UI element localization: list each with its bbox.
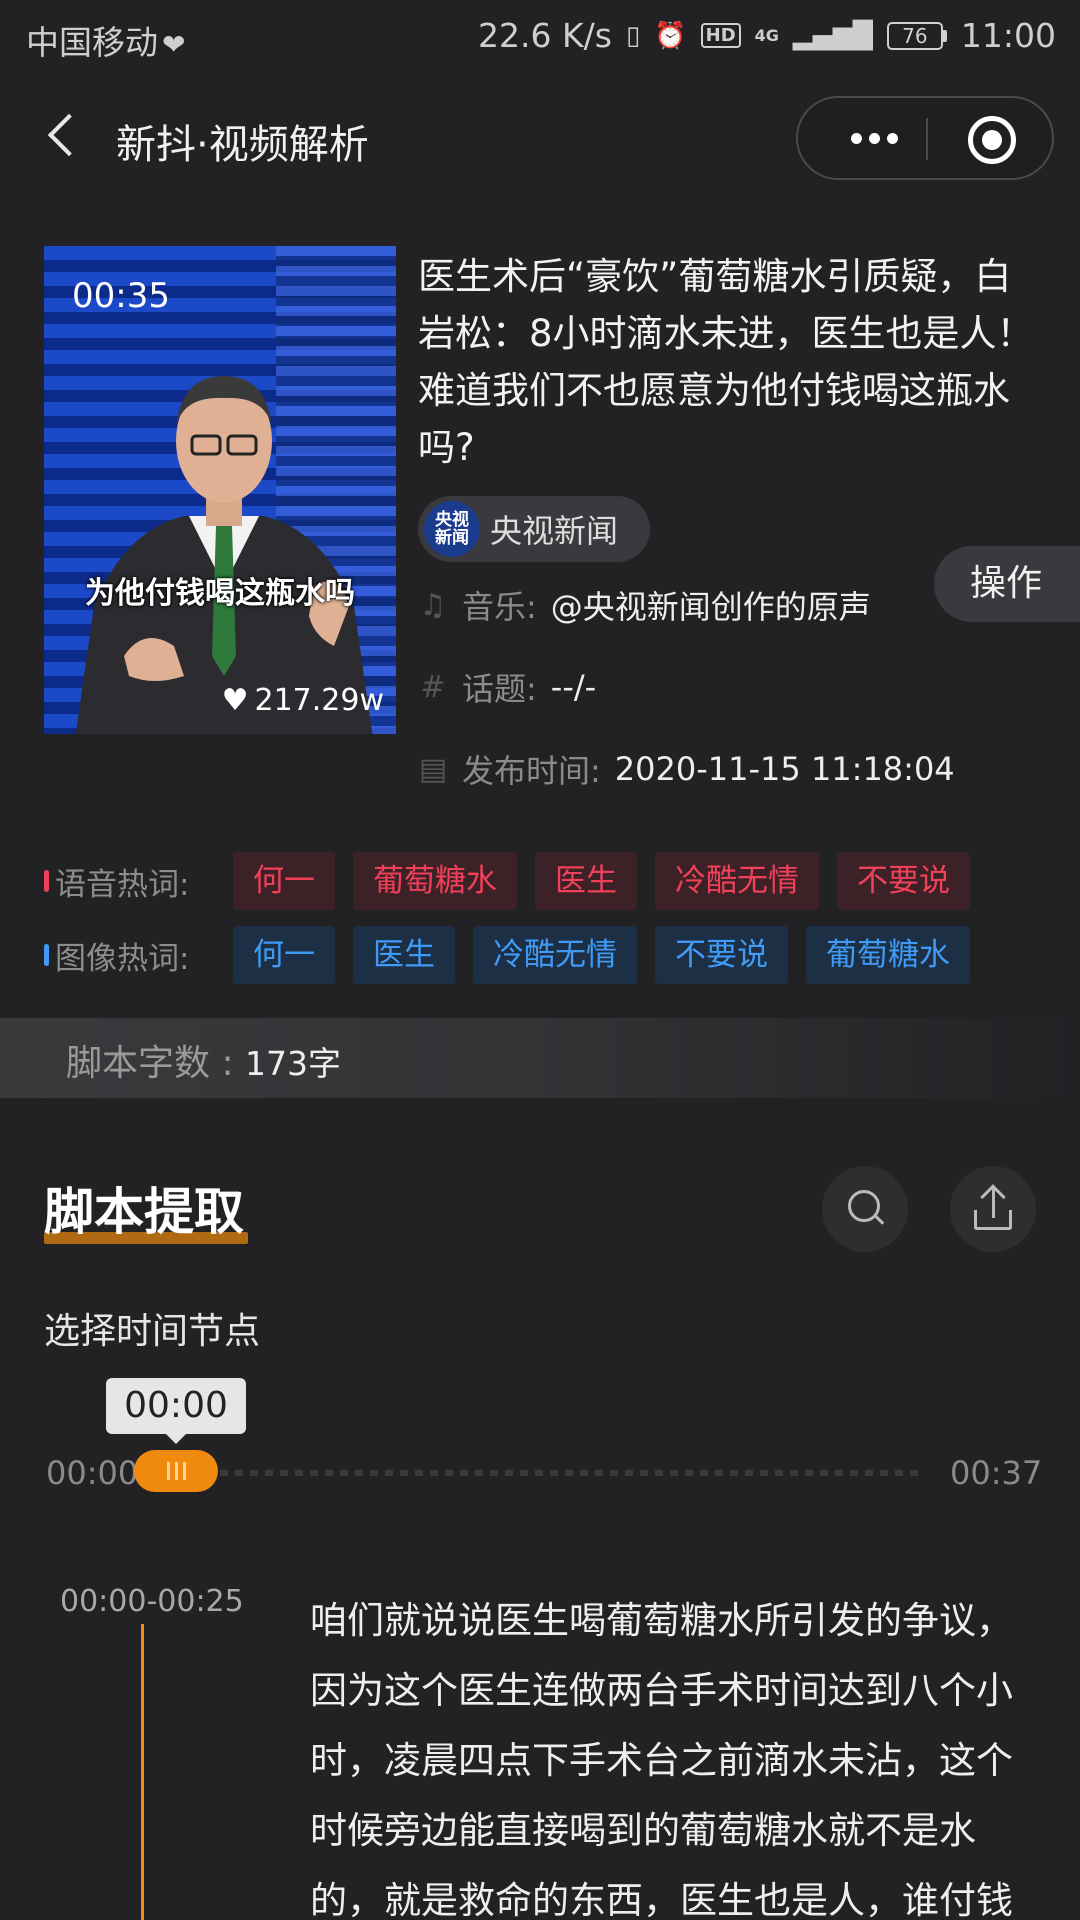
timeline-start-time: 00:00 [46,1454,139,1492]
battery-icon: 76 [886,21,947,50]
image-hotword-tag[interactable]: 葡萄糖水 [806,926,970,984]
script-count-label: 脚本字数 : [66,1043,246,1084]
script-count-value: 173字 [245,1044,342,1083]
segment-text: 咱们就说说医生喝葡萄糖水所引发的争议，因为这个医生连做两台手术时间达到八个小时，… [310,1599,1013,1920]
image-hotwords-row: 图像热词: 何一 医生 冷酷无情 不要说 葡萄糖水 [44,926,988,984]
image-hotwords-marker [44,944,49,966]
voice-hotword-tag[interactable]: 葡萄糖水 [353,852,517,910]
calendar-icon: ▤ [418,751,448,787]
like-count-value: 217.29w [254,683,384,718]
voice-hotwords-label: 语音热词: [55,866,190,903]
author-name: 央视新闻 [490,512,619,550]
heart-icon: ♥ [221,683,249,718]
anchor-figure-image [75,376,373,734]
alarm-icon: ⏰ [654,20,687,51]
author-avatar: 央视 新闻 [424,501,480,557]
page-title: 新抖·视频解析 [116,122,369,168]
image-hotwords-label: 图像热词: [55,940,190,977]
timeline-track[interactable] [220,1470,920,1476]
voice-hotword-tag[interactable]: 医生 [535,852,637,910]
back-arrow-icon[interactable] [42,110,82,166]
status-right: 22.6 K/s ▯ ⏰ HD 4G ▂▄▆█ 76 11:00 [478,16,1056,55]
carrier-label: 中国移动 [26,23,158,62]
music-row: ♫ 音乐: @央视新闻创作的原声 [418,582,871,628]
topic-value: --/- [550,668,597,706]
search-icon[interactable] [822,1166,908,1252]
vibrate-icon: ▯ [625,20,641,51]
battery-level: 76 [886,21,943,50]
signal-type: 4G [754,26,779,45]
like-count: ♥ 217.29w [222,683,384,718]
topic-label: 话题: [462,670,537,708]
voice-hotword-tag[interactable]: 不要说 [837,852,970,910]
more-icon[interactable] [836,118,912,158]
publish-label: 发布时间: [462,752,601,790]
voice-hotword-tag[interactable]: 何一 [233,852,335,910]
status-bar: 中国移动 ❤ 22.6 K/s ▯ ⏰ HD 4G ▂▄▆█ 76 11:00 [0,0,1080,76]
music-label: 音乐: [462,588,537,626]
segment-time-range: 00:00-00:25 [60,1584,244,1619]
nav-bar: 新抖·视频解析 [0,90,1080,186]
avatar-text-line1: 央视 [435,510,469,530]
voice-hotwords-marker [44,870,49,892]
topic-row: # 话题: --/- [418,664,596,710]
capsule-divider [926,118,928,160]
video-duration: 00:35 [72,276,170,316]
operate-button[interactable]: 操作 [934,546,1080,622]
net-speed: 22.6 K/s [478,16,612,55]
clock: 11:00 [960,16,1056,55]
author-pill[interactable]: 央视 新闻 央视新闻 [418,496,650,562]
carrier-name: 中国移动 ❤ [26,16,185,64]
voice-hotword-tag[interactable]: 冷酷无情 [655,852,819,910]
hashtag-icon: # [420,669,446,705]
video-thumbnail[interactable]: 00:35 为他付钱喝这瓶水吗 ♥ 217.29w [44,246,396,734]
heart-health-icon: ❤ [162,28,186,61]
avatar-text-line2: 新闻 [435,528,469,548]
music-note-icon: ♫ [419,587,447,623]
image-hotword-tag[interactable]: 何一 [233,926,335,984]
voice-hotwords-row: 语音热词: 何一 葡萄糖水 医生 冷酷无情 不要说 [44,852,988,910]
miniprogram-capsule [796,96,1054,180]
hd-icon: HD [700,23,741,48]
select-time-label: 选择时间节点 [44,1311,261,1352]
script-count-strip: 脚本字数 : 173字 [0,1018,1080,1098]
video-title: 医生术后“豪饮”葡萄糖水引质疑，白岩松：8小时滴水未进，医生也是人！难道我们不也… [418,255,1034,469]
section-title: 脚本提取 [44,1183,244,1241]
segment-timeline-line [141,1624,144,1920]
music-value: @央视新闻创作的原声 [550,588,871,626]
image-hotword-tag[interactable]: 不要说 [655,926,788,984]
image-hotword-tag[interactable]: 医生 [353,926,455,984]
current-time-tooltip: 00:00 [106,1378,246,1444]
share-icon[interactable] [950,1166,1036,1252]
image-hotword-tag[interactable]: 冷酷无情 [473,926,637,984]
script-count: 脚本字数 : 173字 [66,1034,341,1086]
publish-row: ▤ 发布时间: 2020-11-15 11:18:04 [418,746,955,792]
signal-icon: ▂▄▆█ [792,20,873,51]
timeline-end-time: 00:37 [950,1454,1043,1492]
timeline-handle[interactable] [134,1450,218,1492]
video-caption: 为他付钱喝这瓶水吗 [85,576,355,611]
close-target-icon[interactable] [968,116,1016,164]
publish-value: 2020-11-15 11:18:04 [614,750,955,788]
